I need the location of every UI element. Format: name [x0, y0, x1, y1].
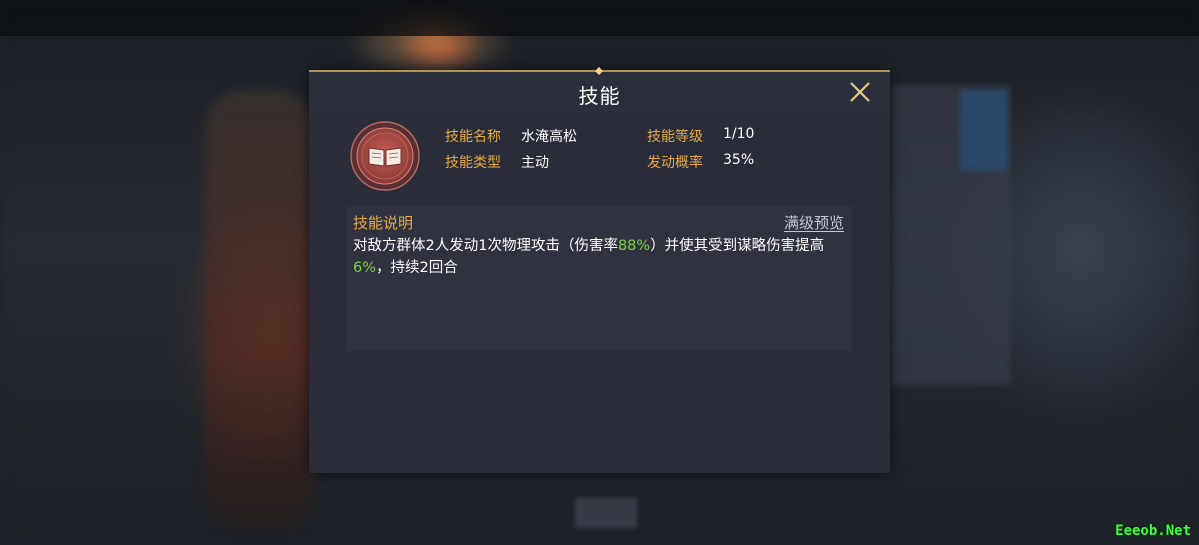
- trigger-rate-value: 35%: [723, 152, 755, 168]
- skill-level-value: 1/10: [723, 126, 755, 142]
- description-text-part: ）并使其受到谋略伤害提高: [650, 238, 825, 254]
- description-text: 对敌方群体2人发动1次物理攻击（伤害率88%）并使其受到谋略伤害提高 6%，持续2…: [353, 235, 846, 279]
- trigger-rate-label: 发动概率: [647, 155, 703, 171]
- increase-rate-value: 6%: [353, 260, 377, 276]
- blurred-bottom-button: [575, 498, 637, 528]
- damage-rate-value: 88%: [617, 238, 651, 254]
- top-bar-background: [0, 0, 1199, 36]
- max-level-preview-link[interactable]: 满级预览: [784, 212, 844, 233]
- header-ornament-icon: [559, 67, 639, 75]
- close-button[interactable]: [847, 79, 873, 105]
- skill-level-label: 技能等级: [647, 129, 703, 145]
- skill-description-box: 技能说明 满级预览 对敌方群体2人发动1次物理攻击（伤害率88%）并使其受到谋略…: [347, 206, 852, 351]
- description-text-part: ，持续2回合: [376, 260, 458, 276]
- skill-type-label: 技能类型: [445, 155, 501, 171]
- skill-name-value: 水淹高松: [521, 129, 577, 145]
- book-icon: [350, 121, 420, 191]
- skill-dialog: 技能 技能名称 水淹高松 技能等级 1/10 技能类型 主动 发动概率 35% …: [309, 67, 890, 473]
- description-text-part: 对敌方群体2人发动1次物理攻击（伤害率: [353, 238, 618, 254]
- skill-icon: [350, 121, 420, 191]
- watermark: Eeeob.Net: [1115, 523, 1191, 539]
- skill-name-label: 技能名称: [445, 129, 501, 145]
- dialog-header: 技能: [309, 67, 890, 112]
- description-title: 技能说明: [353, 214, 414, 232]
- blurred-character-figure: [205, 90, 315, 530]
- dialog-title: 技能: [578, 84, 621, 108]
- blurred-side-panel: [890, 85, 1010, 385]
- close-x-icon: [850, 82, 870, 102]
- skill-type-value: 主动: [521, 155, 549, 171]
